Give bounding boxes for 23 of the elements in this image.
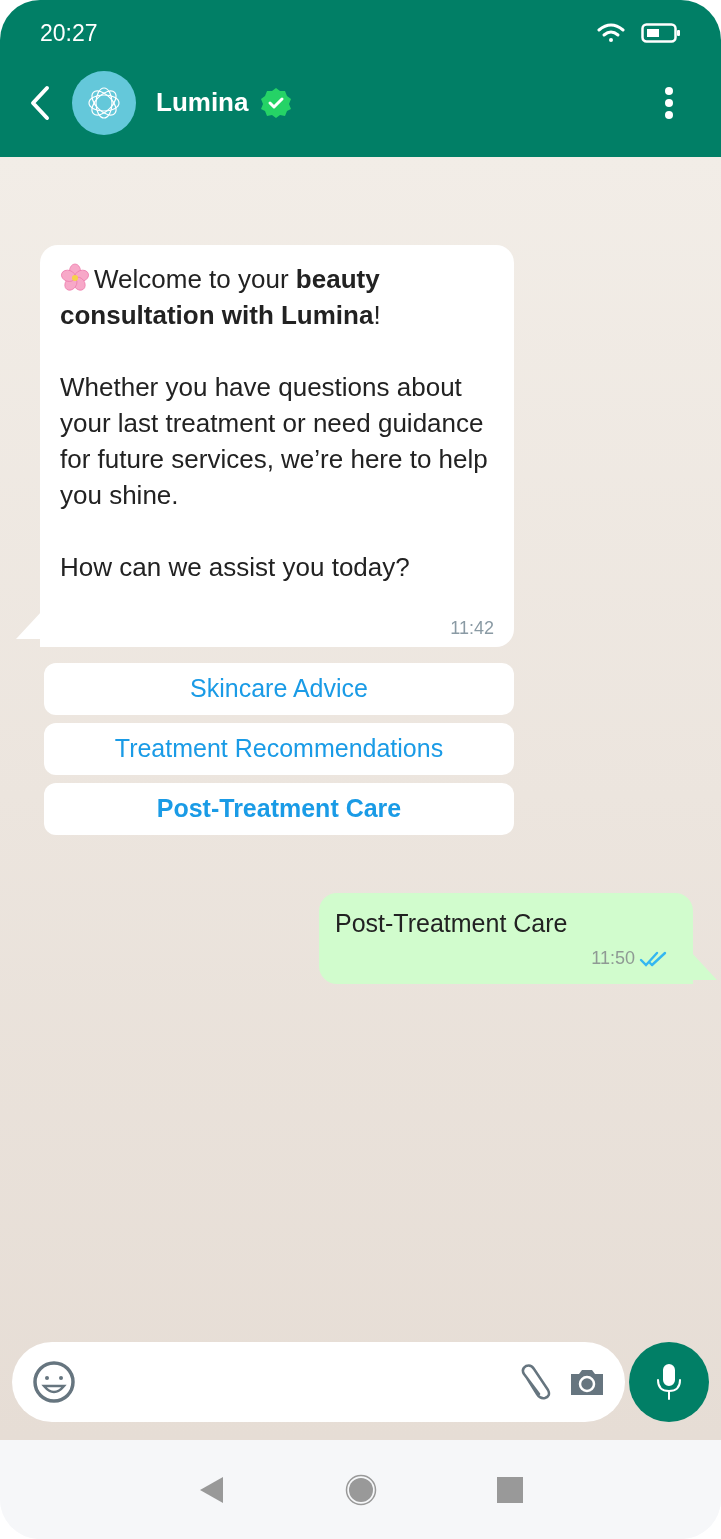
quick-reply-button[interactable]: Skincare Advice	[44, 663, 514, 715]
quick-reply-button[interactable]: Treatment Recommendations	[44, 723, 514, 775]
quick-reply-button[interactable]: Post-Treatment Care	[44, 783, 514, 835]
message-time: 11:42	[450, 617, 494, 639]
message-text: How can we assist you today?	[60, 551, 411, 584]
paperclip-icon[interactable]	[519, 1364, 553, 1400]
message-text: Welcome to your beauty consultation with Lumina!	[60, 262, 382, 332]
back-icon	[29, 84, 51, 121]
message-text: Post-Treatment Care	[335, 908, 569, 939]
back-nav-icon[interactable]	[198, 1475, 225, 1504]
message-time: 11:50	[591, 947, 635, 970]
battery-icon	[641, 22, 681, 45]
wifi-icon	[597, 22, 625, 45]
camera-icon[interactable]	[569, 1368, 605, 1396]
menu-icon	[664, 86, 674, 119]
contact-name: Lumina	[156, 86, 249, 119]
emoji-icon	[32, 1360, 76, 1404]
microphone-icon	[656, 1364, 682, 1400]
recents-nav-icon[interactable]	[496, 1476, 523, 1503]
message-text: Whether you have questions about your last treatment or need guidance for future services, we’re here to help you shine.	[60, 371, 489, 512]
flower-icon	[60, 263, 90, 293]
home-nav-icon[interactable]	[344, 1473, 377, 1506]
status-time: 20:27	[40, 19, 98, 48]
